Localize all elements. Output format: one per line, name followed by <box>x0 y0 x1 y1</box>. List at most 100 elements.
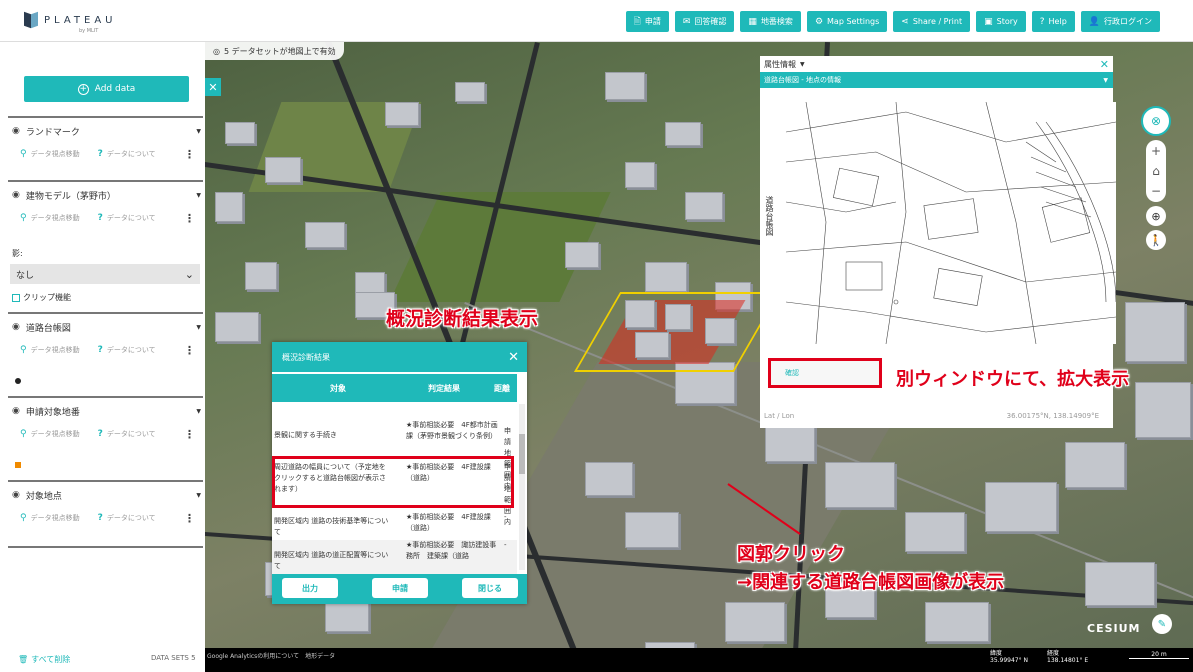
eye-icon[interactable]: ◉ <box>12 406 20 416</box>
apply-button[interactable]: 🗎 申請 <box>625 11 669 32</box>
layer-header[interactable]: ◉ 道路台帳図 ▼ <box>8 314 203 340</box>
clip-toggle[interactable]: クリップ機能 <box>12 292 71 303</box>
share-print-label: Share / Print <box>912 17 963 26</box>
layer-header[interactable]: ◉ 建物モデル（茅野市） ▼ <box>8 182 203 208</box>
table-row[interactable]: 開発区域内 道路の道正配置等について ★事前相談必要 諏訪建設事務所 建築課（道… <box>272 540 517 574</box>
pedestrian-icon[interactable]: 🚶 <box>1146 230 1166 250</box>
layer-header[interactable]: ◉ 対象地点 ▼ <box>8 482 203 508</box>
zoom-to-data-link[interactable]: データ視点移動 <box>31 149 80 159</box>
shadow-select[interactable]: なし ⌄ <box>10 264 200 284</box>
scrollbar[interactable] <box>519 404 525 570</box>
collapse-sidebar-button[interactable]: ✕ <box>205 78 221 96</box>
close-icon[interactable]: ✕ <box>508 350 519 365</box>
caret-down-icon[interactable]: ▼ <box>196 128 201 135</box>
file-icon: 🗎 <box>633 16 641 27</box>
road-ledger-map-image[interactable] <box>786 102 1116 344</box>
cesium-logo[interactable]: CESIUM <box>1087 622 1140 635</box>
more-options-icon[interactable]: ⋮ <box>184 344 195 357</box>
confirm-button[interactable]: 確認 <box>768 358 882 388</box>
map-pin-icon: ⚲ <box>20 429 27 439</box>
feature-info-subheader[interactable]: 道路台帳図 - 地点の情報 ▼ <box>760 72 1113 88</box>
building <box>215 312 259 342</box>
annotation-click-line2: →関連する道路台帳図画像が表示 <box>737 572 1005 593</box>
layer-header[interactable]: ◉ ランドマーク ▼ <box>8 118 203 144</box>
map-settings-button[interactable]: ⚙ Map Settings <box>806 11 888 32</box>
legend-swatch-black <box>15 378 21 384</box>
layer-landmark: ◉ ランドマーク ▼ ⚲ データ視点移動 ? データについて ⋮ <box>8 116 203 164</box>
eye-icon[interactable]: ◉ <box>12 190 20 200</box>
more-options-icon[interactable]: ⋮ <box>184 512 195 525</box>
zoom-in-icon[interactable]: + <box>1151 144 1161 158</box>
home-icon[interactable]: ⌂ <box>1152 164 1160 178</box>
caret-down-icon[interactable]: ▼ <box>196 492 201 499</box>
delete-all-button[interactable]: 🗑 すべて削除 <box>18 654 70 665</box>
plateau-logo[interactable]: PLATEAU by MLIT <box>24 11 116 35</box>
map-pin-icon: ⚲ <box>20 213 27 223</box>
story-button[interactable]: ▣ Story <box>976 11 1026 32</box>
scrollbar-thumb[interactable] <box>519 434 525 474</box>
share-icon: ⋖ <box>901 16 909 27</box>
question-icon: ? <box>97 513 103 523</box>
caret-down-icon[interactable]: ▼ <box>196 408 201 415</box>
about-data-link[interactable]: データについて <box>107 429 156 439</box>
zoom-to-data-link[interactable]: データ視点移動 <box>31 429 80 439</box>
zoom-to-data-link[interactable]: データ視点移動 <box>31 513 80 523</box>
row-result: ★事前相談必要 4F建設課（道路） <box>406 513 491 532</box>
workbench-sidebar: + Add data ◉ ランドマーク ▼ ⚲ データ視点移動 ? データについ… <box>0 42 205 672</box>
building <box>625 300 655 328</box>
admin-login-button[interactable]: 👤 行政ログイン <box>1080 11 1160 32</box>
building <box>625 512 679 548</box>
about-data-link[interactable]: データについて <box>107 513 156 523</box>
building <box>385 102 419 126</box>
caret-down-icon[interactable]: ▼ <box>196 192 201 199</box>
more-options-icon[interactable]: ⋮ <box>184 148 195 161</box>
layer-road-ledger: ◉ 道路台帳図 ▼ ⚲ データ視点移動 ? データについて ⋮ <box>8 312 203 360</box>
diagnosis-results-dialog: 概況診断結果 ✕ 対象 判定結果 距離 景観に関する手続き ★事前相談必要 4F… <box>272 342 527 604</box>
checkbox[interactable] <box>12 293 20 302</box>
zoom-to-data-link[interactable]: データ視点移動 <box>31 345 80 355</box>
caret-down-icon[interactable]: ▼ <box>800 61 805 68</box>
attribution-links[interactable]: Google Analyticsの利用について 地形データ <box>207 651 335 660</box>
close-icon[interactable]: ✕ <box>1100 58 1109 71</box>
scale-bar: 20 m <box>1129 651 1189 659</box>
zoom-out-icon[interactable]: − <box>1151 184 1161 198</box>
more-options-icon[interactable]: ⋮ <box>184 428 195 441</box>
zoom-to-data-link[interactable]: データ視点移動 <box>31 213 80 223</box>
locate-icon[interactable]: ⊕ <box>1146 206 1166 226</box>
more-options-icon[interactable]: ⋮ <box>184 212 195 225</box>
about-data-link[interactable]: データについて <box>107 213 156 223</box>
eye-icon[interactable]: ◉ <box>12 126 20 136</box>
eye-icon[interactable]: ◉ <box>12 322 20 332</box>
apply-button[interactable]: 申請 <box>372 578 428 598</box>
map-pin-icon: ⚲ <box>20 513 27 523</box>
about-data-link[interactable]: データについて <box>107 345 156 355</box>
add-data-button[interactable]: + Add data <box>24 76 189 102</box>
answer-check-label: 回答確認 <box>694 17 727 26</box>
building <box>245 262 277 290</box>
table-row[interactable]: 景観に関する手続き ★事前相談必要 4F都市計画課（茅野市景観づくり条例） 申請… <box>272 420 517 490</box>
active-datasets-text: 5 データセットが地図上で有効 <box>223 46 336 56</box>
share-print-button[interactable]: ⋖ Share / Print <box>893 11 971 32</box>
question-icon: ? <box>97 149 103 159</box>
answer-check-button[interactable]: ✉ 回答確認 <box>674 11 735 32</box>
annotation-arrow <box>727 483 801 535</box>
about-data-link[interactable]: データについて <box>107 149 156 159</box>
help-button[interactable]: ? Help <box>1031 11 1075 32</box>
latlon-value: 36.00175°N, 138.14909°E <box>1006 412 1099 420</box>
active-datasets-pill[interactable]: ◎ 5 データセットが地図上で有効 <box>205 42 344 60</box>
add-data-label: Add data <box>94 84 136 94</box>
caret-down-icon[interactable]: ▼ <box>196 324 201 331</box>
zoom-controls: + ⌂ − <box>1146 140 1166 202</box>
layer-header[interactable]: ◉ 申請対象地番 ▼ <box>8 398 203 424</box>
feedback-icon[interactable]: ✎ <box>1152 614 1172 634</box>
admin-login-label: 行政ログイン <box>1104 17 1152 26</box>
output-button[interactable]: 出力 <box>282 578 338 598</box>
table-row[interactable]: 開発区域内 道路の技術基準等について ★事前相談必要 4F建設課（道路） - <box>272 512 517 536</box>
lot-search-button[interactable]: ▦ 地番検索 <box>740 11 801 32</box>
feature-info-header: 属性情報 ▼ ✕ <box>760 56 1113 72</box>
compass-icon[interactable]: ⊗ <box>1141 106 1171 136</box>
col-result: 判定結果 <box>428 384 460 393</box>
close-button[interactable]: 閉じる <box>462 578 518 598</box>
eye-icon[interactable]: ◉ <box>12 490 20 500</box>
row-target: 開発区域内 道路の技術基準等について <box>274 517 389 536</box>
